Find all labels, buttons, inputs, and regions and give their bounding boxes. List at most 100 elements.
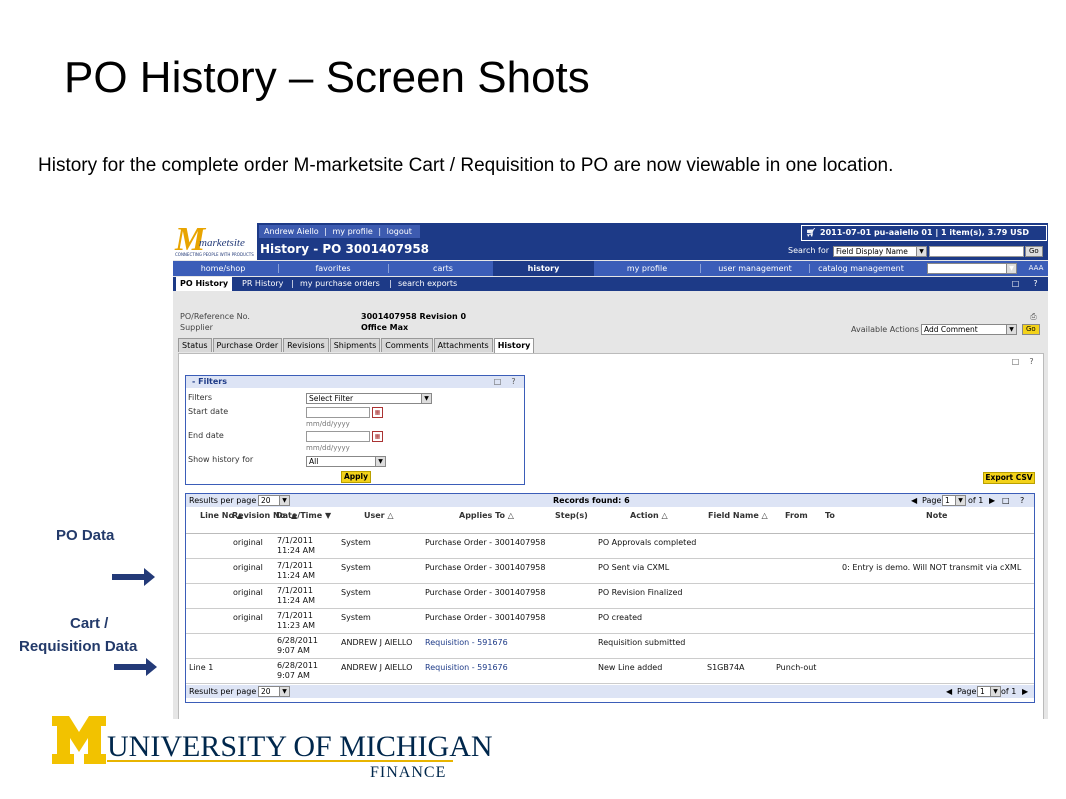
nav-history[interactable]: history — [493, 261, 594, 276]
tab-purchase-order[interactable]: Purchase Order — [212, 338, 283, 352]
col-steps[interactable]: Step(s) — [555, 511, 588, 521]
nav-catalog-management[interactable]: catalog management — [811, 261, 911, 276]
chevron-down-icon: ▼ — [990, 687, 1000, 696]
slide-intro: History for the complete order M-markets… — [38, 155, 894, 176]
nav-favorites[interactable]: favorites — [283, 261, 383, 276]
search-go-button[interactable]: Go — [1025, 246, 1043, 257]
col-date-time[interactable]: Date/Time ▼ — [276, 511, 331, 521]
filters-box: - Filters □ ? Filters Select Filter ▼ Sta… — [185, 375, 525, 485]
calendar-icon[interactable]: ▦ — [372, 431, 383, 442]
supplier-label: Supplier — [180, 323, 213, 332]
slide-title: PO History – Screen Shots — [64, 53, 590, 102]
tab-shipments[interactable]: Shipments — [329, 338, 381, 352]
arrow-po-icon — [112, 568, 156, 586]
applies-to-link[interactable]: Requisition - 591676 — [425, 638, 508, 648]
main-nav: home/shop favorites carts history my pro… — [173, 261, 1048, 276]
prev-page-icon[interactable]: ◀ — [946, 685, 952, 698]
user-name: Andrew Aiello — [264, 227, 319, 236]
tab-attachments[interactable]: Attachments — [433, 338, 493, 352]
available-actions-select[interactable]: Add Comment ▼ — [921, 324, 1017, 335]
cart-summary[interactable]: 🛒︎ 2011-07-01 pu-aaiello 01 | 1 item(s), … — [801, 225, 1047, 241]
nav-user-management[interactable]: user management — [703, 261, 807, 276]
results-per-page-select[interactable]: 20 ▼ — [258, 495, 290, 506]
chevron-down-icon: ▼ — [1006, 264, 1016, 273]
logout-link[interactable]: logout — [387, 227, 412, 236]
end-date-hint: mm/dd/yyyy — [306, 444, 350, 452]
show-history-select[interactable]: All ▼ — [306, 456, 386, 467]
applies-to-link[interactable]: Purchase Order - 3001407958 — [425, 613, 545, 623]
search-field-select[interactable]: Field Display Name ▼ — [833, 246, 927, 257]
subnav-search-exports[interactable]: search exports — [398, 277, 457, 291]
tab-comments[interactable]: Comments — [381, 338, 433, 352]
chevron-down-icon: ▼ — [421, 394, 431, 403]
nav-my-profile[interactable]: my profile — [594, 261, 700, 276]
help-icon[interactable]: ? — [1020, 494, 1024, 507]
table-header: Line No ▲ Revision No. ▲ Date/Time ▼ Use… — [186, 509, 1034, 534]
end-date-input[interactable] — [306, 431, 370, 442]
start-date-input[interactable] — [306, 407, 370, 418]
next-page-icon[interactable]: ▶ — [1022, 685, 1028, 698]
filter-select[interactable]: Select Filter ▼ — [306, 393, 432, 404]
page-select[interactable]: 1 ▼ — [942, 495, 966, 506]
nav-carts[interactable]: carts — [393, 261, 493, 276]
subnav-pr-history[interactable]: PR History — [242, 277, 283, 291]
start-date-label: Start date — [188, 407, 229, 416]
results-top-bar: Results per page 20 ▼ Records found: 6 ◀ … — [186, 494, 1034, 507]
print-page-icon[interactable]: □ — [1011, 279, 1020, 288]
page-select[interactable]: 1 ▼ — [977, 686, 1001, 697]
label-cart-line1: Cart / — [70, 615, 109, 632]
search-input[interactable] — [929, 246, 1024, 257]
applies-to-link[interactable]: Purchase Order - 3001407958 — [425, 538, 545, 548]
tab-history[interactable]: History — [493, 338, 535, 353]
results-per-page-select[interactable]: 20 ▼ — [258, 686, 290, 697]
print-icon[interactable]: □ — [1002, 494, 1010, 507]
page-label: Page — [922, 496, 942, 505]
results-box: Results per page 20 ▼ Records found: 6 ◀ … — [185, 493, 1035, 703]
chevron-down-icon: ▼ — [279, 496, 289, 505]
label-cart-line2: Requisition Data — [19, 638, 138, 655]
filters-header[interactable]: - Filters — [186, 376, 524, 388]
applies-to-link[interactable]: Requisition - 591676 — [425, 663, 508, 673]
col-to[interactable]: To — [825, 511, 835, 521]
help-icon[interactable]: ? — [1027, 357, 1036, 366]
export-csv-button[interactable]: Export CSV — [983, 472, 1035, 484]
table-row: original 7/1/2011 11:24 AM System Purchas… — [186, 559, 1034, 584]
actions-go-button[interactable]: Go — [1022, 324, 1040, 335]
nav-more-select[interactable]: more >> ▼ — [927, 263, 1017, 274]
nav-home-shop[interactable]: home/shop — [173, 261, 273, 276]
applies-to-link[interactable]: Purchase Order - 3001407958 — [425, 563, 545, 573]
results-bottom-bar: Results per page 20 ▼ ◀ Page 1 ▼ of 1 ▶ — [186, 685, 1034, 698]
print-icon[interactable]: □ — [493, 377, 502, 386]
tab-revisions[interactable]: Revisions — [283, 338, 329, 352]
results-per-page-label: Results per page — [189, 687, 257, 696]
col-note[interactable]: Note — [926, 511, 947, 521]
col-user[interactable]: User △ — [364, 511, 394, 521]
next-page-icon[interactable]: ▶ — [989, 494, 995, 507]
user-links: Andrew Aiello | my profile | logout — [259, 225, 420, 238]
chevron-down-icon: ▼ — [955, 496, 965, 505]
col-applies-to[interactable]: Applies To △ — [459, 511, 514, 521]
col-field-name[interactable]: Field Name △ — [708, 511, 768, 521]
records-found: Records found: 6 — [553, 496, 630, 505]
show-history-label: Show history for — [188, 455, 254, 464]
applies-to-link[interactable]: Purchase Order - 3001407958 — [425, 588, 545, 598]
page-heading: History - PO 3001407958 — [260, 242, 430, 256]
font-size-control[interactable]: AAA — [1025, 261, 1047, 276]
print-icon[interactable]: □ — [1011, 357, 1020, 366]
apply-button[interactable]: Apply — [341, 471, 371, 483]
tab-status[interactable]: Status — [178, 338, 212, 352]
university-name: UNIVERSITY OF MICHIGAN — [107, 730, 493, 763]
subnav-po-history[interactable]: PO History — [176, 277, 233, 291]
help-icon[interactable]: ? — [1031, 279, 1040, 288]
chevron-down-icon: ▼ — [916, 247, 926, 256]
page-label: Page — [957, 687, 977, 696]
help-icon[interactable]: ? — [509, 377, 518, 386]
subnav-my-purchase-orders[interactable]: my purchase orders — [300, 277, 380, 291]
col-from[interactable]: From — [785, 511, 808, 521]
calendar-icon[interactable]: ▦ — [372, 407, 383, 418]
col-action[interactable]: Action △ — [630, 511, 668, 521]
prev-page-icon[interactable]: ◀ — [911, 494, 917, 507]
available-actions-label: Available Actions — [851, 325, 919, 334]
printer-icon[interactable]: ⎙ — [1029, 312, 1038, 321]
my-profile-link[interactable]: my profile — [333, 227, 373, 236]
